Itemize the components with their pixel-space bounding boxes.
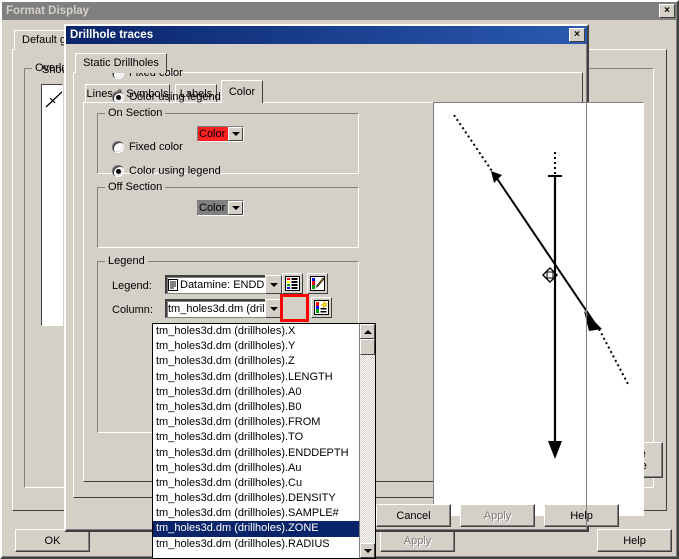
dropdown-item[interactable]: tm_holes3d.dm (drillholes).ENDDEPTH bbox=[153, 446, 359, 461]
off-section-group-label: Off Section bbox=[105, 181, 166, 193]
radio-indicator bbox=[112, 141, 124, 153]
on-section-color-swatch: Color bbox=[198, 127, 228, 141]
dropdown-item[interactable]: tm_holes3d.dm (drillholes).RADIUS bbox=[153, 537, 359, 552]
off-section-group: Off Section bbox=[97, 181, 359, 248]
dropdown-item[interactable]: tm_holes3d.dm (drillholes).FROM bbox=[153, 415, 359, 430]
on-section-color-button[interactable]: Color bbox=[197, 126, 244, 142]
radio-indicator bbox=[112, 165, 124, 177]
off-section-fixed-color-label: Fixed color bbox=[129, 141, 183, 153]
arrow-up-icon bbox=[363, 329, 372, 334]
radio-indicator bbox=[112, 91, 124, 103]
color-legend-edit-icon-button[interactable] bbox=[307, 273, 328, 294]
dropdown-scrollbar[interactable] bbox=[359, 324, 375, 558]
column-combo-text: tm_holes3d.dm (drillholes bbox=[165, 299, 265, 318]
legend-combo[interactable]: Datamine: ENDDE bbox=[165, 275, 282, 294]
arrow-down-icon bbox=[363, 548, 372, 553]
tab-default-graphics-label: Default gr bbox=[22, 34, 70, 46]
legend-field-label: Legend: bbox=[112, 280, 152, 292]
on-section-group-label: On Section bbox=[105, 107, 166, 119]
screen: Format Display × Default gr Overla Show … bbox=[0, 0, 679, 559]
overlay-list[interactable] bbox=[41, 84, 63, 326]
drillhole-icon bbox=[45, 87, 62, 108]
legend-combo-arrow[interactable] bbox=[265, 275, 282, 294]
off-section-color-dropdown-arrow[interactable] bbox=[228, 201, 243, 215]
color-legend-list-icon-button[interactable] bbox=[282, 273, 303, 294]
outer-apply-button: Apply bbox=[380, 529, 455, 552]
color-legend-list-icon bbox=[285, 276, 300, 291]
dropdown-item[interactable]: tm_holes3d.dm (drillholes).Cu bbox=[153, 476, 359, 491]
scrollbar-up-button[interactable] bbox=[360, 324, 375, 339]
inner-cancel-button[interactable]: Cancel bbox=[376, 504, 451, 527]
color-legend-edit-icon bbox=[310, 276, 325, 291]
dropdown-item[interactable]: tm_holes3d.dm (drillholes).DENSITY bbox=[153, 491, 359, 506]
annotation-highlight-box bbox=[280, 294, 309, 322]
scrollbar-track[interactable] bbox=[360, 339, 375, 543]
dropdown-item[interactable]: tm_holes3d.dm (drillholes).LENGTH bbox=[153, 370, 359, 385]
off-section-fixed-color-radio[interactable]: Fixed color bbox=[112, 141, 183, 153]
outer-ok-button[interactable]: OK bbox=[15, 529, 90, 552]
off-section-legend-label: Color using legend bbox=[129, 165, 221, 177]
outer-titlebar: Format Display × bbox=[2, 2, 677, 20]
tab-static-drillholes[interactable]: Static Drillholes bbox=[75, 53, 167, 73]
color-legend-new-icon bbox=[314, 300, 329, 315]
color-legend-new-icon-button[interactable] bbox=[311, 297, 332, 318]
dropdown-item[interactable]: tm_holes3d.dm (drillholes).Au bbox=[153, 461, 359, 476]
dropdown-item[interactable]: tm_holes3d.dm (drillholes).SAMPLE# bbox=[153, 506, 359, 521]
tab-static-drillholes-label: Static Drillholes bbox=[83, 57, 159, 69]
dropdown-item[interactable]: tm_holes3d.dm (drillholes).Y bbox=[153, 339, 359, 354]
document-icon bbox=[168, 278, 178, 291]
outer-window-title: Format Display bbox=[6, 5, 90, 17]
dropdown-item[interactable]: tm_holes3d.dm (drillholes).TO bbox=[153, 430, 359, 445]
legend-group-label: Legend bbox=[105, 255, 148, 267]
drillhole-preview bbox=[433, 102, 644, 516]
outer-help-button[interactable]: Help bbox=[597, 529, 672, 552]
dropdown-item[interactable]: tm_holes3d.dm (drillholes).ZONE bbox=[153, 521, 359, 537]
scrollbar-down-button[interactable] bbox=[360, 543, 375, 558]
tab-color[interactable]: Color bbox=[221, 80, 263, 103]
legend-combo-value: Datamine: ENDDE bbox=[180, 278, 265, 291]
column-combo[interactable]: tm_holes3d.dm (drillholes bbox=[165, 299, 282, 318]
tab-color-label: Color bbox=[228, 85, 256, 98]
inner-apply-button: Apply bbox=[460, 504, 535, 527]
off-section-color-button[interactable]: Color bbox=[197, 200, 244, 216]
inner-help-button[interactable]: Help bbox=[544, 504, 619, 527]
inner-titlebar: Drillhole traces × bbox=[66, 26, 587, 44]
dropdown-items-container: tm_holes3d.dm (drillholes).X tm_holes3d.d… bbox=[153, 324, 359, 552]
column-dropdown-list[interactable]: tm_holes3d.dm (drillholes).X tm_holes3d.d… bbox=[152, 323, 376, 559]
preview-traces bbox=[453, 114, 630, 459]
dropdown-item[interactable]: tm_holes3d.dm (drillholes).X bbox=[153, 324, 359, 339]
inner-close-button[interactable]: × bbox=[569, 28, 585, 42]
inner-window-title: Drillhole traces bbox=[70, 29, 154, 41]
dropdown-item[interactable]: tm_holes3d.dm (drillholes).A0 bbox=[153, 385, 359, 400]
scrollbar-thumb[interactable] bbox=[360, 339, 375, 355]
off-section-color-swatch: Color bbox=[198, 201, 228, 215]
on-section-color-dropdown-arrow[interactable] bbox=[228, 127, 243, 141]
outer-close-button[interactable]: × bbox=[659, 4, 675, 18]
on-section-legend-label: Color using legend bbox=[129, 91, 221, 103]
dropdown-item[interactable]: tm_holes3d.dm (drillholes).Z bbox=[153, 354, 359, 369]
off-section-legend-radio[interactable]: Color using legend bbox=[112, 165, 221, 177]
on-section-legend-radio[interactable]: Color using legend bbox=[112, 91, 221, 103]
legend-combo-text: Datamine: ENDDE bbox=[165, 275, 265, 294]
dropdown-item[interactable]: tm_holes3d.dm (drillholes).B0 bbox=[153, 400, 359, 415]
column-field-label: Column: bbox=[112, 304, 153, 316]
